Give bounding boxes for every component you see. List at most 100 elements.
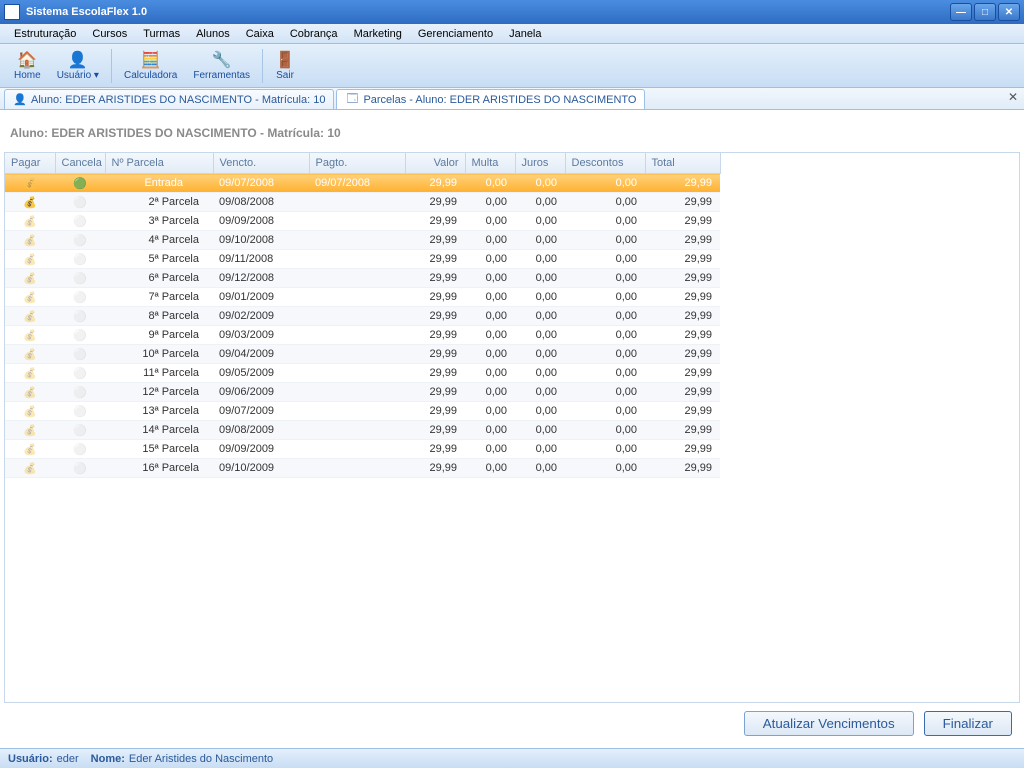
col-vencto[interactable]: Vencto. xyxy=(213,153,309,174)
window-title: Sistema EscolaFlex 1.0 xyxy=(26,6,147,18)
cell-vencto: 09/05/2009 xyxy=(213,364,309,383)
cell-descontos: 0,00 xyxy=(565,269,645,288)
table-row[interactable]: 💰⚪9ª Parcela09/03/200929,990,000,000,002… xyxy=(5,326,720,345)
toolbar-calculadora[interactable]: 🧮 Calculadora xyxy=(116,48,185,83)
table-row[interactable]: 💰⚪8ª Parcela09/02/200929,990,000,000,002… xyxy=(5,307,720,326)
cell-total: 29,99 xyxy=(645,345,720,364)
cell-total: 29,99 xyxy=(645,383,720,402)
status-nome-label: Nome: xyxy=(91,753,125,765)
pay-icon: 💰 xyxy=(22,461,38,475)
menu-marketing[interactable]: Marketing xyxy=(346,26,410,42)
menu-janela[interactable]: Janela xyxy=(501,26,549,42)
cell-multa: 0,00 xyxy=(465,326,515,345)
toolbar-usuario-label: Usuário ▾ xyxy=(57,70,99,81)
table-row[interactable]: 💰⚪4ª Parcela09/10/200829,990,000,000,002… xyxy=(5,231,720,250)
toolbar-ferramentas[interactable]: 🔧 Ferramentas xyxy=(185,48,258,83)
maximize-button[interactable]: □ xyxy=(974,3,996,21)
table-row[interactable]: 💰⚪13ª Parcela09/07/200929,990,000,000,00… xyxy=(5,402,720,421)
cell-juros: 0,00 xyxy=(515,402,565,421)
col-juros[interactable]: Juros xyxy=(515,153,565,174)
table-row[interactable]: 💰⚪2ª Parcela09/08/200829,990,000,000,002… xyxy=(5,193,720,212)
atualizar-vencimentos-button[interactable]: Atualizar Vencimentos xyxy=(744,711,914,736)
cell-parcela: 11ª Parcela xyxy=(105,364,213,383)
close-button[interactable]: ✕ xyxy=(998,3,1020,21)
cell-multa: 0,00 xyxy=(465,364,515,383)
col-pagar[interactable]: Pagar xyxy=(5,153,55,174)
status-usuario: eder xyxy=(57,753,79,765)
cell-pagto xyxy=(309,440,405,459)
tab-aluno[interactable]: 👤 Aluno: EDER ARISTIDES DO NASCIMENTO - … xyxy=(4,89,334,109)
table-row[interactable]: 💰⚪6ª Parcela09/12/200829,990,000,000,002… xyxy=(5,269,720,288)
cell-juros: 0,00 xyxy=(515,288,565,307)
pay-icon: 💰 xyxy=(22,271,38,285)
pay-icon: 💰 xyxy=(22,290,38,304)
pay-icon[interactable]: 💰 xyxy=(22,195,38,209)
cell-pagto xyxy=(309,364,405,383)
table-row[interactable]: 💰⚪7ª Parcela09/01/200929,990,000,000,002… xyxy=(5,288,720,307)
col-multa[interactable]: Multa xyxy=(465,153,515,174)
tab-close-icon[interactable]: ✕ xyxy=(1008,90,1018,104)
table-row[interactable]: 💰⚪15ª Parcela09/09/200929,990,000,000,00… xyxy=(5,440,720,459)
menu-gerenciamento[interactable]: Gerenciamento xyxy=(410,26,501,42)
cell-juros: 0,00 xyxy=(515,231,565,250)
cell-multa: 0,00 xyxy=(465,231,515,250)
cancel-icon[interactable]: 🟢 xyxy=(72,176,88,190)
cell-vencto: 09/07/2009 xyxy=(213,402,309,421)
table-row[interactable]: 💰⚪12ª Parcela09/06/200929,990,000,000,00… xyxy=(5,383,720,402)
table-row[interactable]: 💰⚪5ª Parcela09/11/200829,990,000,000,002… xyxy=(5,250,720,269)
cell-pagto xyxy=(309,269,405,288)
cell-total: 29,99 xyxy=(645,459,720,478)
cell-valor: 29,99 xyxy=(405,288,465,307)
col-valor[interactable]: Valor xyxy=(405,153,465,174)
menu-cobranca[interactable]: Cobrança xyxy=(282,26,346,42)
cell-parcela: 8ª Parcela xyxy=(105,307,213,326)
col-pagto[interactable]: Pagto. xyxy=(309,153,405,174)
cell-descontos: 0,00 xyxy=(565,326,645,345)
table-row[interactable]: 💰⚪10ª Parcela09/04/200929,990,000,000,00… xyxy=(5,345,720,364)
cell-multa: 0,00 xyxy=(465,383,515,402)
menu-caixa[interactable]: Caixa xyxy=(238,26,282,42)
tab-parcelas[interactable]: 🗔 Parcelas - Aluno: EDER ARISTIDES DO NA… xyxy=(336,89,645,109)
status-nome: Eder Aristides do Nascimento xyxy=(129,753,273,765)
toolbar-ferramentas-label: Ferramentas xyxy=(193,70,250,81)
cell-parcela: 6ª Parcela xyxy=(105,269,213,288)
cancel-icon: ⚪ xyxy=(72,290,88,304)
minimize-button[interactable]: — xyxy=(950,3,972,21)
cell-valor: 29,99 xyxy=(405,383,465,402)
cell-parcela: 10ª Parcela xyxy=(105,345,213,364)
parcelas-grid: Pagar Cancela Nº Parcela Vencto. Pagto. … xyxy=(4,152,1020,703)
toolbar-sair[interactable]: 🚪 Sair xyxy=(267,48,303,83)
cell-total: 29,99 xyxy=(645,250,720,269)
table-row[interactable]: 💰⚪11ª Parcela09/05/200929,990,000,000,00… xyxy=(5,364,720,383)
col-parcela[interactable]: Nº Parcela xyxy=(105,153,213,174)
cell-pagto xyxy=(309,326,405,345)
cancel-icon: ⚪ xyxy=(72,271,88,285)
cell-juros: 0,00 xyxy=(515,421,565,440)
table-row[interactable]: 💰🟢Entrada09/07/200809/07/200829,990,000,… xyxy=(5,174,720,193)
menu-cursos[interactable]: Cursos xyxy=(84,26,135,42)
menu-turmas[interactable]: Turmas xyxy=(135,26,188,42)
cell-valor: 29,99 xyxy=(405,326,465,345)
toolbar-home[interactable]: 🏠 Home xyxy=(6,48,49,83)
finalizar-button[interactable]: Finalizar xyxy=(924,711,1012,736)
menubar: Estruturação Cursos Turmas Alunos Caixa … xyxy=(0,24,1024,44)
table-header-row: Pagar Cancela Nº Parcela Vencto. Pagto. … xyxy=(5,153,720,174)
cell-pagto xyxy=(309,307,405,326)
table-row[interactable]: 💰⚪14ª Parcela09/08/200929,990,000,000,00… xyxy=(5,421,720,440)
cell-multa: 0,00 xyxy=(465,288,515,307)
cancel-icon: ⚪ xyxy=(72,423,88,437)
col-descontos[interactable]: Descontos xyxy=(565,153,645,174)
col-total[interactable]: Total xyxy=(645,153,720,174)
toolbar-usuario[interactable]: 👤 Usuário ▾ xyxy=(49,48,107,83)
cell-valor: 29,99 xyxy=(405,459,465,478)
menu-alunos[interactable]: Alunos xyxy=(188,26,238,42)
cell-total: 29,99 xyxy=(645,307,720,326)
cell-total: 29,99 xyxy=(645,364,720,383)
table-row[interactable]: 💰⚪16ª Parcela09/10/200929,990,000,000,00… xyxy=(5,459,720,478)
cancel-icon: ⚪ xyxy=(72,328,88,342)
cell-parcela: 5ª Parcela xyxy=(105,250,213,269)
menu-estruturacao[interactable]: Estruturação xyxy=(6,26,84,42)
cell-vencto: 09/03/2009 xyxy=(213,326,309,345)
col-cancela[interactable]: Cancela xyxy=(55,153,105,174)
table-row[interactable]: 💰⚪3ª Parcela09/09/200829,990,000,000,002… xyxy=(5,212,720,231)
